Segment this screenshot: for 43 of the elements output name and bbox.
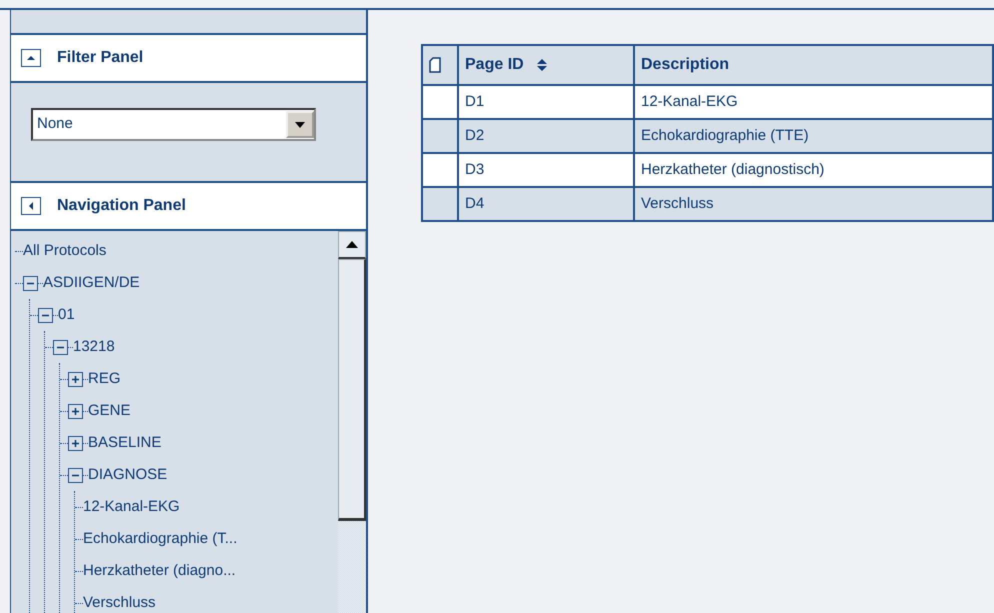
table-cell: Echokardiographie (TTE): [634, 119, 993, 153]
panel-title: Navigation Panel: [57, 196, 186, 216]
scrollbar[interactable]: [338, 231, 366, 613]
row-selector-cell[interactable]: [422, 119, 458, 153]
collapse-toggle[interactable]: [21, 49, 41, 67]
table-cell: D3: [458, 153, 634, 187]
tree-item[interactable]: REG: [88, 368, 121, 390]
scroll-up-icon[interactable]: [338, 231, 366, 259]
table-cell: Herzkatheter (diagnostisch): [634, 153, 993, 187]
tree-item[interactable]: GENE: [88, 400, 131, 422]
table-cell: D1: [458, 85, 634, 119]
tree-item[interactable]: All Protocols: [23, 240, 106, 262]
row-selector-cell[interactable]: [422, 85, 458, 119]
tree-item[interactable]: BASELINE: [88, 432, 162, 454]
collapse-icon[interactable]: [38, 308, 53, 322]
table-cell: 12-Kanal-EKG: [634, 85, 993, 119]
column-header: Description: [634, 45, 993, 85]
tree-item[interactable]: Echokardiographie (T...: [83, 528, 238, 550]
expand-icon[interactable]: [68, 436, 83, 450]
scroll-thumb[interactable]: [338, 259, 366, 521]
expand-icon[interactable]: [68, 404, 83, 418]
tree-item[interactable]: 13218: [73, 336, 115, 358]
sort-icon[interactable]: [536, 58, 548, 72]
table-cell: D4: [458, 187, 634, 221]
collapse-icon[interactable]: [68, 468, 83, 482]
row-selector-cell[interactable]: [422, 187, 458, 221]
row-selector-cell[interactable]: [422, 153, 458, 187]
table-cell: D2: [458, 119, 634, 153]
tree-item[interactable]: 01: [58, 304, 75, 326]
table-cell: Verschluss: [634, 187, 993, 221]
expand-icon[interactable]: [68, 372, 83, 386]
tree-item[interactable]: Herzkatheter (diagno...: [83, 560, 236, 582]
tree-item[interactable]: Verschluss: [83, 592, 156, 613]
filter-select[interactable]: None: [31, 108, 316, 141]
page-icon: [429, 56, 441, 73]
tree-item[interactable]: DIAGNOSE: [88, 464, 168, 486]
tree-item[interactable]: ASDIIGEN/DE: [43, 272, 140, 294]
expand-toggle[interactable]: [21, 197, 41, 215]
column-header[interactable]: Page ID: [458, 45, 634, 85]
collapse-icon[interactable]: [53, 340, 68, 354]
panel-title: Filter Panel: [57, 48, 144, 68]
collapse-icon[interactable]: [23, 276, 38, 290]
tree-item[interactable]: 12-Kanal-EKG: [83, 496, 180, 518]
